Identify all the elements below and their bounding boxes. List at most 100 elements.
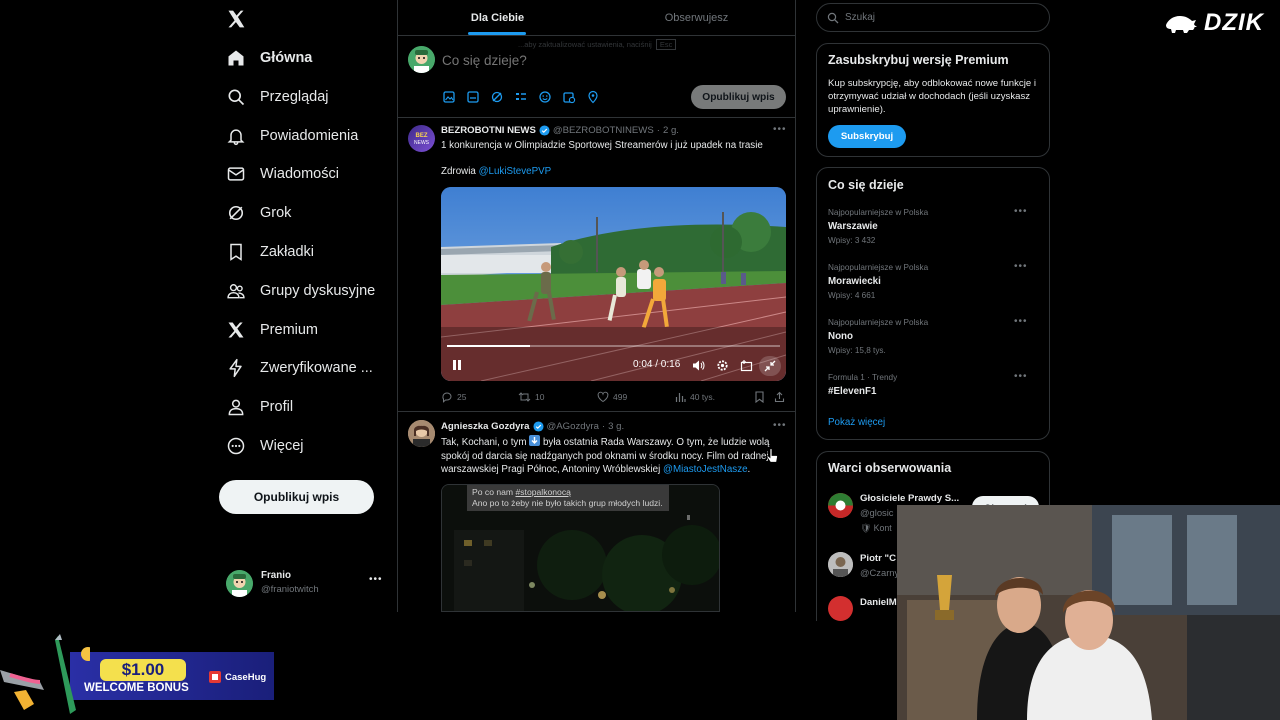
pause-icon[interactable] bbox=[451, 359, 463, 371]
composer-input[interactable] bbox=[442, 50, 742, 70]
subscribe-button[interactable]: Subskrybuj bbox=[828, 125, 906, 148]
verified-badge-icon bbox=[539, 125, 550, 136]
video-progress-track[interactable] bbox=[447, 345, 780, 347]
like-count: 499 bbox=[613, 392, 628, 402]
more-icon[interactable]: ••• bbox=[369, 574, 383, 585]
bonus-banner-overlay[interactable]: $1.00 WELCOME BONUS CaseHug bbox=[0, 630, 278, 720]
post-button[interactable]: Opublikuj wpis bbox=[219, 480, 374, 514]
trend-count: Wpisy: 3 432 bbox=[828, 236, 876, 245]
heart-icon bbox=[597, 391, 609, 403]
timeline-tabs: Dla Ciebie Obserwujesz bbox=[398, 0, 795, 36]
like-button[interactable]: 499 bbox=[597, 391, 627, 403]
volume-icon[interactable] bbox=[692, 359, 705, 372]
sidebar-item-grupy-dyskusyjne[interactable]: Grupy dyskusyjne bbox=[226, 274, 375, 308]
sidebar-item-label: Więcej bbox=[260, 438, 304, 454]
picture-in-picture-icon[interactable] bbox=[740, 359, 753, 372]
bonus-amount: $1.00 bbox=[121, 660, 165, 679]
cursor-pointer-icon bbox=[766, 448, 778, 464]
suggestion-name: Piotr "C bbox=[860, 553, 896, 564]
tweet-separator: · bbox=[656, 125, 660, 136]
trend-more-icon[interactable]: ••• bbox=[1014, 316, 1028, 327]
views-button[interactable]: 40 tys. bbox=[675, 391, 715, 403]
trend-more-icon[interactable]: ••• bbox=[1014, 261, 1028, 272]
tweet-handle[interactable]: @AGozdyra bbox=[547, 421, 599, 432]
fullscreen-exit-icon[interactable] bbox=[759, 356, 781, 376]
composer-submit-button[interactable]: Opublikuj wpis bbox=[691, 85, 786, 109]
x-logo-icon[interactable] bbox=[226, 9, 246, 29]
mention-link[interactable]: @MiastoJestNasze bbox=[663, 464, 748, 475]
grok-icon[interactable] bbox=[490, 90, 504, 104]
tweet-author[interactable]: BEZROBOTNI NEWS bbox=[441, 125, 536, 136]
suggestion-handle: @glosic bbox=[860, 507, 894, 518]
premium-card: Zasubskrybuj wersję Premium Kup subskryp… bbox=[816, 43, 1050, 157]
tweet-author[interactable]: Agnieszka Gozdyra bbox=[441, 421, 530, 432]
trend-item[interactable]: Najpopularniejsze w Polska Morawiecki Wpis… bbox=[828, 261, 1040, 311]
trend-name: Morawiecki bbox=[828, 276, 881, 287]
sidebar-item-więcej[interactable]: Więcej bbox=[226, 429, 304, 463]
trend-item[interactable]: Najpopularniejsze w Polska Warszawie Wpisy… bbox=[828, 206, 1040, 256]
avatar bbox=[408, 420, 435, 447]
location-icon[interactable] bbox=[586, 90, 600, 104]
views-count: 40 tys. bbox=[690, 392, 716, 402]
trend-more-icon[interactable]: ••• bbox=[1014, 206, 1028, 217]
poll-icon[interactable] bbox=[514, 90, 528, 104]
share-button[interactable] bbox=[774, 391, 785, 403]
gif-icon[interactable] bbox=[466, 90, 480, 104]
tab-following[interactable]: Obserwujesz bbox=[597, 0, 795, 36]
overlay-hashtag: #stopalkonocą bbox=[515, 487, 571, 497]
sidebar-item-wiadomości[interactable]: Wiadomości bbox=[226, 157, 339, 191]
video-player[interactable]: 0:04 / 0:16 bbox=[441, 187, 786, 381]
video-player[interactable]: Po co nam #stopalkonocą Ano po to żeby n… bbox=[441, 484, 720, 612]
repost-count: 10 bbox=[535, 392, 545, 402]
reply-count: 25 bbox=[457, 392, 467, 402]
show-more-link[interactable]: Pokaż więcej bbox=[828, 417, 885, 428]
tweet-handle[interactable]: @BEZROBOTNINEWS bbox=[553, 125, 654, 136]
sidebar-item-powiadomienia[interactable]: Powiadomienia bbox=[226, 119, 358, 153]
trends-card: Co się dzieje Najpopularniejsze w Polska… bbox=[816, 167, 1050, 440]
sidebar-item-profil[interactable]: Profil bbox=[226, 390, 293, 424]
tweet-time[interactable]: 2 g. bbox=[663, 125, 679, 136]
trend-item[interactable]: Najpopularniejsze w Polska Nono Wpisy: 15,… bbox=[828, 316, 1040, 366]
emoji-icon[interactable] bbox=[538, 90, 552, 104]
reply-button[interactable]: 25 bbox=[441, 391, 466, 403]
repost-icon bbox=[518, 392, 531, 402]
repost-button[interactable]: 10 bbox=[518, 391, 544, 403]
bookmark-icon bbox=[755, 391, 764, 403]
mention-link[interactable]: @LukiStevePVP bbox=[479, 166, 552, 177]
bookmark-button[interactable] bbox=[754, 391, 765, 403]
ghost-hint: ...aby zaktualizować ustawienia, naciśni… bbox=[518, 39, 677, 50]
sidebar-item-zweryfikowane[interactable]: Zweryfikowane ... bbox=[226, 351, 373, 385]
account-switcher[interactable]: Franio @franiotwitch ••• bbox=[226, 569, 386, 599]
trend-category: Najpopularniejsze w Polska bbox=[828, 263, 929, 272]
more-circle-icon bbox=[226, 436, 246, 456]
search-icon bbox=[827, 12, 839, 23]
timeline: Dla Ciebie Obserwujesz ...aby zaktualizo… bbox=[397, 0, 796, 612]
settings-gear-icon[interactable] bbox=[716, 359, 729, 372]
sidebar-item-główna[interactable]: Główna bbox=[226, 41, 312, 75]
search-input[interactable]: Szukaj bbox=[816, 3, 1050, 32]
casehug-logo-icon bbox=[209, 671, 221, 683]
sidebar-item-przeglądaj[interactable]: Przeglądaj bbox=[226, 80, 329, 114]
schedule-icon[interactable] bbox=[562, 90, 576, 104]
tweet-more-icon[interactable]: ••• bbox=[773, 420, 787, 431]
tab-for-you[interactable]: Dla Ciebie bbox=[398, 0, 597, 36]
suggestion-extra: 🛡 Kont bbox=[860, 523, 892, 533]
tweet-more-icon[interactable]: ••• bbox=[773, 124, 787, 135]
sidebar-item-label: Wiadomości bbox=[260, 166, 339, 182]
x-logo-icon bbox=[226, 320, 246, 340]
svg-text:BEZ: BEZ bbox=[416, 133, 428, 139]
media-icon[interactable] bbox=[442, 90, 456, 104]
channel-logo-overlay: DZIK bbox=[1148, 0, 1280, 46]
tweet[interactable]: BEZ NEWS BEZROBOTNI NEWS @BEZROBOTNINEWS … bbox=[398, 118, 795, 412]
tweet-time[interactable]: 3 g. bbox=[608, 421, 624, 432]
video-progress-fill bbox=[447, 345, 531, 347]
boar-icon bbox=[1166, 16, 1197, 33]
sidebar-item-zakładki[interactable]: Zakładki bbox=[226, 235, 314, 269]
sidebar-item-premium[interactable]: Premium bbox=[226, 313, 318, 347]
trend-item[interactable]: Formula 1 · Trendy #ElevenF1 ••• bbox=[828, 371, 1040, 421]
tweet[interactable]: Agnieszka Gozdyra @AGozdyra · 3 g. ••• T… bbox=[398, 412, 795, 612]
sidebar-item-grok[interactable]: Grok bbox=[226, 196, 291, 230]
trend-more-icon[interactable]: ••• bbox=[1014, 371, 1028, 382]
suggestion-handle: @Czarny bbox=[860, 567, 900, 578]
avatar bbox=[408, 46, 435, 73]
